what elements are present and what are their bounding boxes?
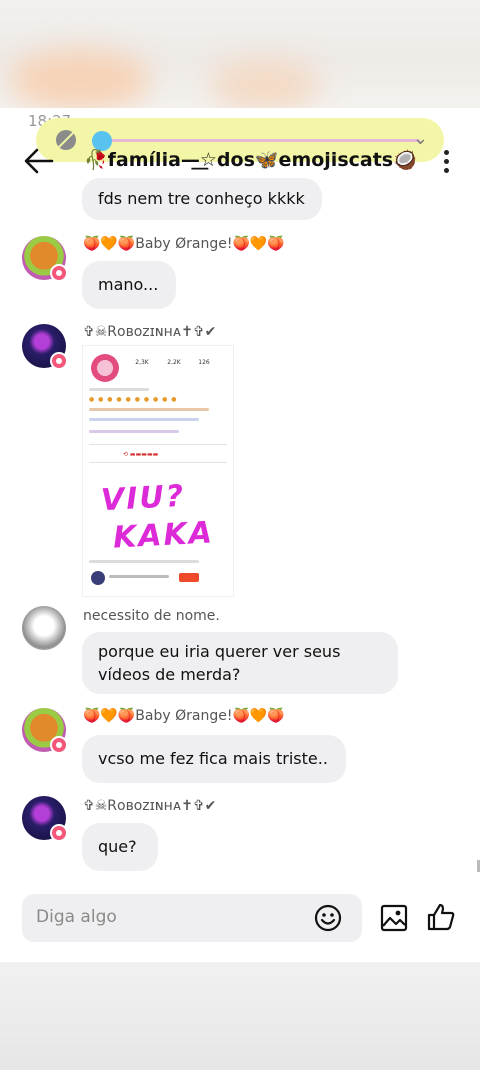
avatar[interactable] (22, 708, 68, 754)
sender-name: ✞☠︎Rᴏʙᴏᴢɪɴʜᴀ✝︎✞✔ (83, 798, 217, 814)
handwriting-text: KAKA (112, 515, 215, 556)
message-bubble[interactable]: mano... (82, 261, 176, 309)
like-icon[interactable] (426, 902, 456, 932)
sender-name: necessito de nome. (83, 608, 220, 624)
composer-placeholder[interactable]: Diga algo (36, 907, 117, 927)
emoji-row: ● ● ● ● ● ● ● ● ● ● (89, 396, 178, 403)
follow-button-thumb (179, 573, 199, 582)
online-badge-icon (50, 824, 68, 842)
gallery-icon[interactable] (380, 904, 408, 932)
stat-value: 2,2K (167, 359, 181, 366)
handwriting-text: VIU? (100, 478, 187, 519)
bio-line (89, 418, 199, 421)
sender-name: 🍑🧡🍑Baby Ørange!🍑🧡🍑 (83, 236, 285, 252)
online-badge-icon (50, 352, 68, 370)
online-badge-icon (50, 736, 68, 754)
message-bubble[interactable]: porque eu iria querer ver seus vídeos de… (82, 632, 398, 694)
stat-value: 2,3K (135, 359, 149, 366)
bio-line (89, 430, 179, 433)
avatar[interactable] (22, 796, 68, 842)
more-vert-icon[interactable] (444, 150, 450, 174)
avatar[interactable] (22, 236, 68, 282)
message-composer[interactable]: Diga algo (22, 894, 362, 942)
blurred-background-top (0, 0, 480, 110)
sender-name: ✞☠︎Rᴏʙᴏᴢɪɴʜᴀ✝︎✞✔ (83, 324, 217, 340)
avatar[interactable] (22, 324, 68, 370)
divider (89, 444, 227, 445)
footer-avatar (91, 571, 105, 585)
emoji-icon[interactable] (314, 904, 342, 932)
chat-title[interactable]: 🥀família—͟☆dos🦋emojiscats🥥 (84, 148, 424, 171)
unfollow-label: ⟲ ▬▬▬▬▬ (123, 451, 159, 458)
message-bubble[interactable]: vcso me fez fica mais triste.. (82, 735, 346, 783)
bio-line (89, 408, 209, 411)
chat-screen: 18:27 ⌄ 🥀família—͟☆dos🦋emojiscats🥥 fds n… (0, 108, 480, 962)
divider (89, 462, 227, 463)
message-bubble[interactable]: que? (82, 823, 158, 871)
online-badge-icon (50, 264, 68, 282)
stat-value: 126 (198, 359, 210, 366)
avatar[interactable] (22, 606, 66, 650)
sender-name: 🍑🧡🍑Baby Ørange!🍑🧡🍑 (83, 708, 285, 724)
blurred-background-bottom (0, 962, 480, 1070)
footer-username (109, 575, 169, 578)
back-arrow-icon[interactable] (22, 144, 56, 178)
bio-line (89, 388, 149, 391)
profile-avatar-thumb (91, 354, 119, 382)
caption-line (89, 560, 199, 563)
shared-screenshot-image[interactable]: 2,3K 2,2K 126 ● ● ● ● ● ● ● ● ● ● ⟲ ▬▬▬▬… (82, 345, 234, 597)
message-bubble[interactable]: fds nem tre conheço kkkk (82, 178, 322, 220)
